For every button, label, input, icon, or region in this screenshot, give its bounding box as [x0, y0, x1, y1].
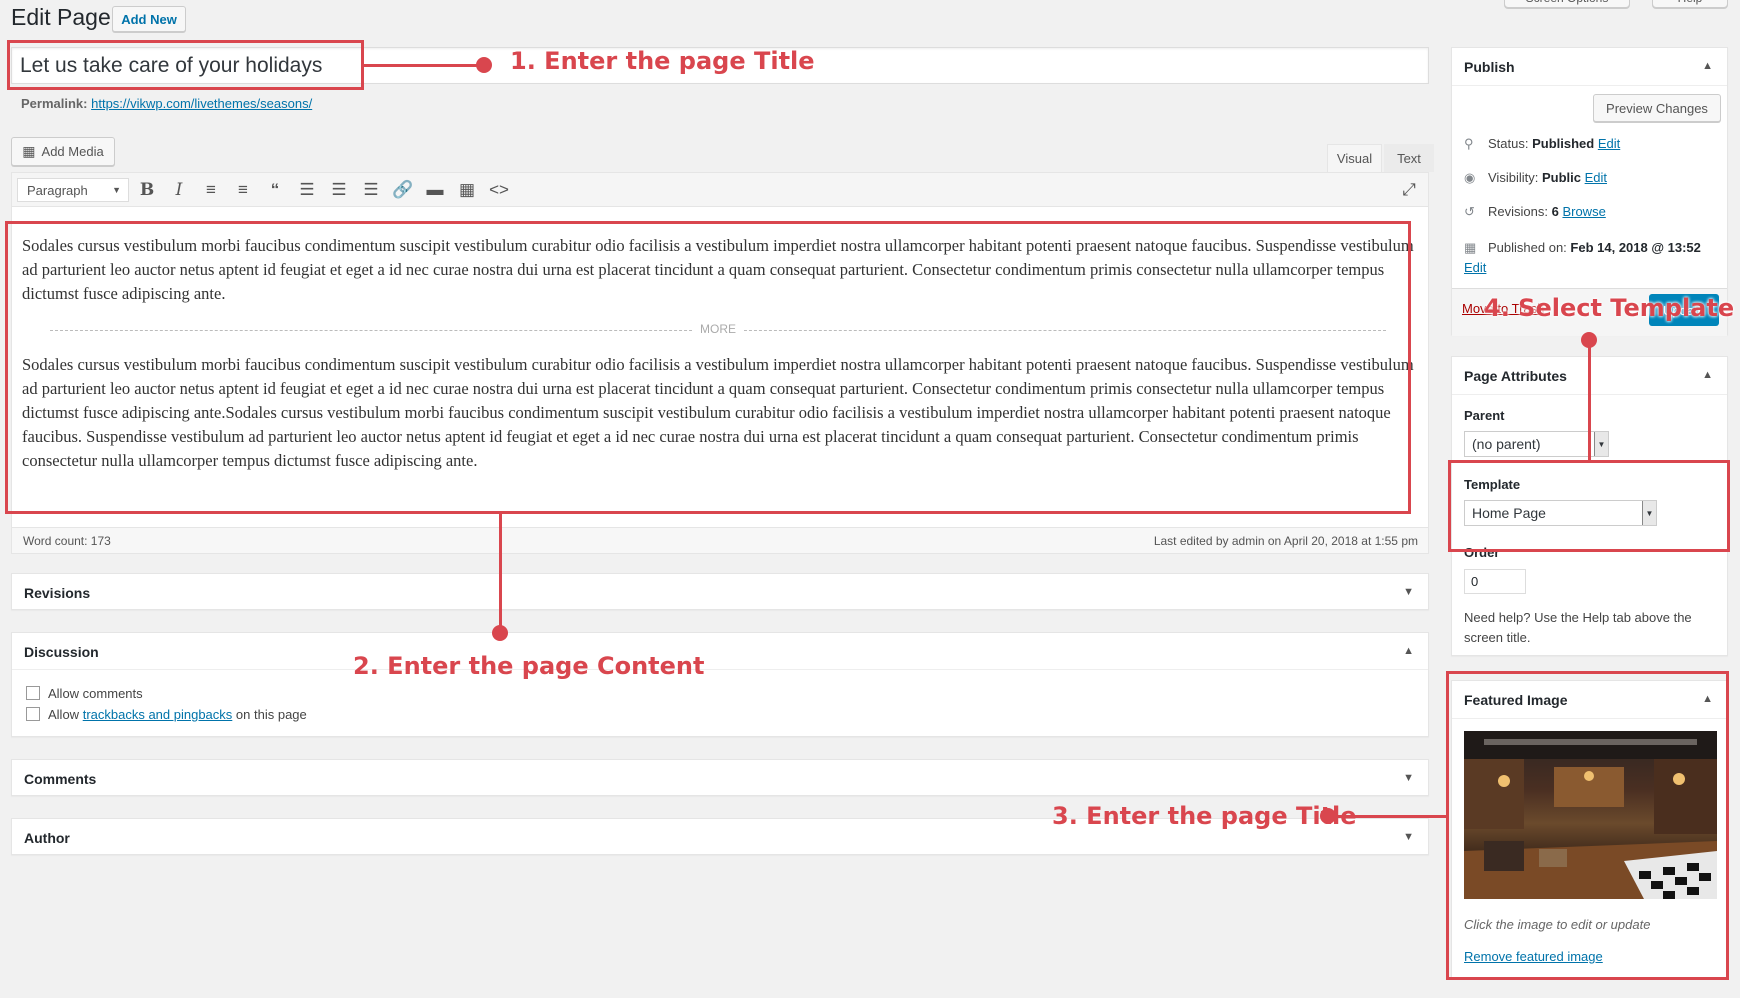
allow-comments-checkbox[interactable]: [26, 686, 40, 700]
annotation-template-dot: [1581, 332, 1597, 348]
preview-changes-button[interactable]: Preview Changes: [1593, 94, 1721, 122]
allow-pings-suffix: on this page: [235, 707, 307, 722]
chevron-down-icon: ▼: [112, 185, 121, 195]
bold-icon[interactable]: B: [134, 180, 160, 200]
chevron-up-icon[interactable]: ▲: [1702, 369, 1713, 381]
annotation-featured-box: [1446, 671, 1729, 980]
allow-comments-row[interactable]: Allow comments: [26, 686, 143, 701]
media-icon: ▦: [22, 143, 36, 159]
tab-visual[interactable]: Visual: [1327, 144, 1382, 172]
word-count: Word count: 173: [23, 534, 111, 548]
parent-select-value: (no parent): [1472, 436, 1541, 452]
published-date: Feb 14, 2018 @ 13:52: [1570, 240, 1701, 255]
fullscreen-icon[interactable]: ⤢: [1396, 180, 1422, 200]
read-more-icon[interactable]: ▬: [422, 180, 448, 200]
order-input[interactable]: 0: [1464, 569, 1526, 594]
status-label: Status:: [1488, 136, 1529, 151]
published-row: ▦ Published on: Feb 14, 2018 @ 13:52 Edi…: [1464, 238, 1720, 278]
align-left-icon[interactable]: ☰: [294, 180, 320, 200]
history-icon: ↺: [1464, 204, 1475, 219]
discussion-box-title: Discussion: [24, 644, 99, 660]
status-edit-link[interactable]: Edit: [1598, 136, 1620, 151]
chevron-down-icon: ▼: [1594, 432, 1608, 456]
publish-box: Publish ▲ Preview Changes ⚲ Status: Publ…: [1451, 47, 1728, 336]
allow-comments-label: Allow comments: [48, 686, 143, 701]
add-media-button[interactable]: ▦ Add Media: [11, 137, 115, 166]
bullet-list-icon[interactable]: ≡: [198, 180, 224, 200]
editor-status-bar: Word count: 173 Last edited by admin on …: [11, 527, 1429, 554]
annotation-title-dot: [476, 57, 492, 73]
comments-box[interactable]: Comments ▼: [11, 759, 1429, 796]
chevron-down-icon[interactable]: ▼: [1403, 586, 1414, 598]
page-attributes-title: Page Attributes: [1464, 368, 1567, 384]
revisions-label: Revisions:: [1488, 204, 1548, 219]
chevron-up-icon[interactable]: ▲: [1702, 60, 1713, 72]
annotation-3-text: 3. Enter the page Title: [1052, 802, 1357, 830]
editor-toolbar: [12, 173, 1428, 207]
visibility-row: ◉ Visibility: Public Edit: [1464, 170, 1607, 185]
parent-label: Parent: [1464, 408, 1505, 423]
permalink-link[interactable]: https://vikwp.com/livethemes/seasons/: [91, 96, 312, 111]
published-label: Published on:: [1488, 240, 1567, 255]
annotation-template-line: [1588, 340, 1591, 460]
annotation-2-text: 2. Enter the page Content: [353, 652, 705, 680]
status-row: ⚲ Status: Published Edit: [1464, 136, 1620, 151]
annotation-title-line: [364, 64, 484, 67]
discussion-box: Discussion ▲ Allow comments Allow trackb…: [11, 632, 1429, 737]
author-box-title: Author: [24, 830, 70, 846]
status-value: Published: [1532, 136, 1595, 151]
italic-icon[interactable]: I: [166, 180, 192, 200]
format-select[interactable]: Paragraph ▼: [17, 178, 129, 202]
page-title: Edit Page: [11, 4, 111, 30]
publish-box-title: Publish: [1464, 59, 1515, 75]
numbered-list-icon[interactable]: ≡: [230, 180, 256, 200]
annotation-title-box: [7, 40, 364, 90]
add-media-label: Add Media: [41, 144, 104, 159]
annotation-template-box: [1448, 460, 1730, 552]
browse-revisions-link[interactable]: Browse: [1562, 204, 1605, 219]
link-icon[interactable]: 🔗: [390, 180, 416, 200]
annotation-content-line: [499, 514, 502, 632]
eye-icon: ◉: [1464, 170, 1476, 185]
blockquote-icon[interactable]: “: [262, 180, 288, 200]
permalink-label: Permalink:: [21, 96, 88, 111]
format-select-value: Paragraph: [27, 182, 88, 198]
allow-pings-row[interactable]: Allow trackbacks and pingbacks on this p…: [26, 707, 307, 722]
annotation-4-text: 4. Select Template: [1484, 294, 1735, 322]
chevron-down-icon[interactable]: ▼: [1403, 772, 1414, 784]
toolbar-toggle-icon[interactable]: ▦: [454, 180, 480, 200]
calendar-icon: ▦: [1464, 240, 1477, 255]
attributes-help-text: Need help? Use the Help tab above the sc…: [1464, 610, 1692, 645]
pin-icon: ⚲: [1464, 136, 1474, 151]
add-new-button[interactable]: Add New: [112, 6, 186, 32]
visibility-edit-link[interactable]: Edit: [1585, 170, 1607, 185]
align-center-icon[interactable]: ☰: [326, 180, 352, 200]
code-icon[interactable]: <>: [486, 180, 512, 200]
revisions-count: 6: [1551, 204, 1559, 219]
last-edited: Last edited by admin on April 20, 2018 a…: [1153, 534, 1418, 548]
permalink: Permalink: https://vikwp.com/livethemes/…: [21, 96, 312, 111]
annotation-1-text: 1. Enter the page Title: [510, 47, 815, 75]
order-input-value: 0: [1471, 574, 1479, 589]
help-button[interactable]: Help: [1652, 0, 1728, 8]
comments-box-title: Comments: [24, 771, 97, 787]
annotation-content-dot: [492, 625, 508, 641]
align-right-icon[interactable]: ☰: [358, 180, 384, 200]
screen-options-button[interactable]: Screen Options: [1504, 0, 1630, 8]
visibility-value: Public: [1541, 170, 1581, 185]
tab-text[interactable]: Text: [1384, 144, 1434, 172]
visibility-label: Visibility:: [1488, 170, 1539, 185]
revisions-box[interactable]: Revisions ▼: [11, 573, 1429, 610]
published-edit-link[interactable]: Edit: [1464, 260, 1486, 275]
trackbacks-link[interactable]: trackbacks and pingbacks: [83, 707, 233, 722]
annotation-content-box: [5, 221, 1411, 514]
allow-pings-checkbox[interactable]: [26, 707, 40, 721]
revisions-row: ↺ Revisions: 6 Browse: [1464, 204, 1606, 219]
chevron-up-icon[interactable]: ▲: [1403, 645, 1414, 657]
allow-pings-prefix: Allow: [48, 707, 80, 722]
revisions-box-title: Revisions: [24, 585, 91, 601]
chevron-down-icon[interactable]: ▼: [1403, 831, 1414, 843]
